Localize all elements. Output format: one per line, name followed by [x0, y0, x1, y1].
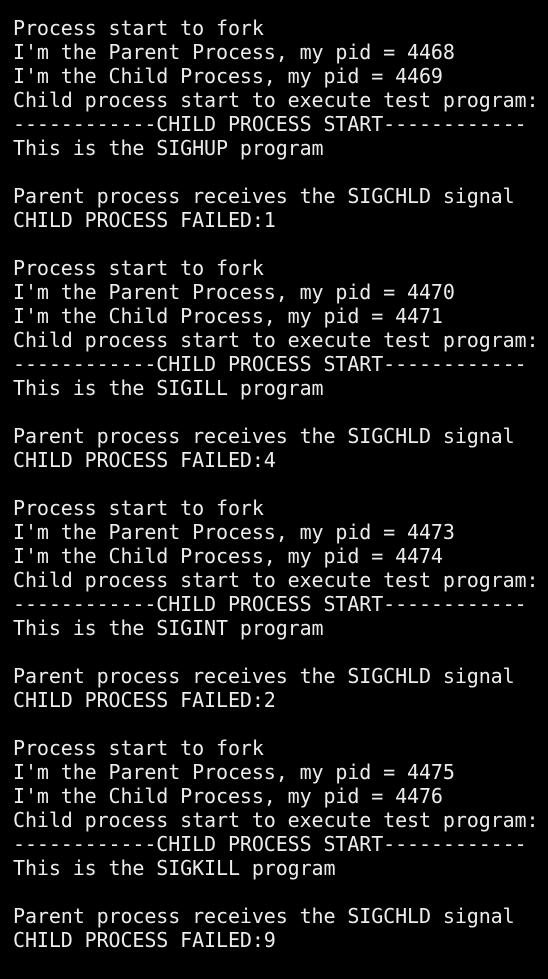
- terminal-line: This is the SIGILL program: [13, 376, 324, 400]
- terminal-line: I'm the Child Process, my pid = 4471: [13, 304, 443, 328]
- terminal-line: This is the SIGHUP program: [13, 136, 324, 160]
- terminal-line: CHILD PROCESS FAILED:9: [13, 928, 276, 952]
- terminal-line: I'm the Parent Process, my pid = 4475: [13, 760, 455, 784]
- terminal-line: ------------CHILD PROCESS START---------…: [13, 592, 527, 616]
- terminal-line: I'm the Parent Process, my pid = 4470: [13, 280, 455, 304]
- terminal-line: Parent process receives the SIGCHLD sign…: [13, 184, 515, 208]
- terminal-line: I'm the Child Process, my pid = 4469: [13, 64, 443, 88]
- terminal-line: ------------CHILD PROCESS START---------…: [13, 112, 527, 136]
- terminal-line: Parent process receives the SIGCHLD sign…: [13, 664, 515, 688]
- terminal-line: Process start to fork: [13, 16, 264, 40]
- terminal-line: Child process start to execute test prog…: [13, 88, 539, 112]
- terminal-line: Child process start to execute test prog…: [13, 808, 539, 832]
- terminal-line: ------------CHILD PROCESS START---------…: [13, 832, 527, 856]
- terminal-line: This is the SIGKILL program: [13, 856, 336, 880]
- terminal-line: Parent process receives the SIGCHLD sign…: [13, 424, 515, 448]
- terminal-line: I'm the Child Process, my pid = 4476: [13, 784, 443, 808]
- terminal-line: I'm the Child Process, my pid = 4474: [13, 544, 443, 568]
- terminal-line: Process start to fork: [13, 736, 264, 760]
- terminal-line: I'm the Parent Process, my pid = 4473: [13, 520, 455, 544]
- terminal-line: This is the SIGINT program: [13, 616, 324, 640]
- terminal-line: Child process start to execute test prog…: [13, 568, 539, 592]
- terminal-line: ------------CHILD PROCESS START---------…: [13, 352, 527, 376]
- terminal-line: Parent process receives the SIGCHLD sign…: [13, 904, 515, 928]
- terminal-line: CHILD PROCESS FAILED:4: [13, 448, 276, 472]
- terminal-line: Child process start to execute test prog…: [13, 328, 539, 352]
- terminal-output[interactable]: Process start to fork I'm the Parent Pro…: [0, 0, 548, 979]
- terminal-line: Process start to fork: [13, 256, 264, 280]
- terminal-line: Process start to fork: [13, 496, 264, 520]
- terminal-line: I'm the Parent Process, my pid = 4468: [13, 40, 455, 64]
- terminal-line: CHILD PROCESS FAILED:2: [13, 688, 276, 712]
- terminal-line: CHILD PROCESS FAILED:1: [13, 208, 276, 232]
